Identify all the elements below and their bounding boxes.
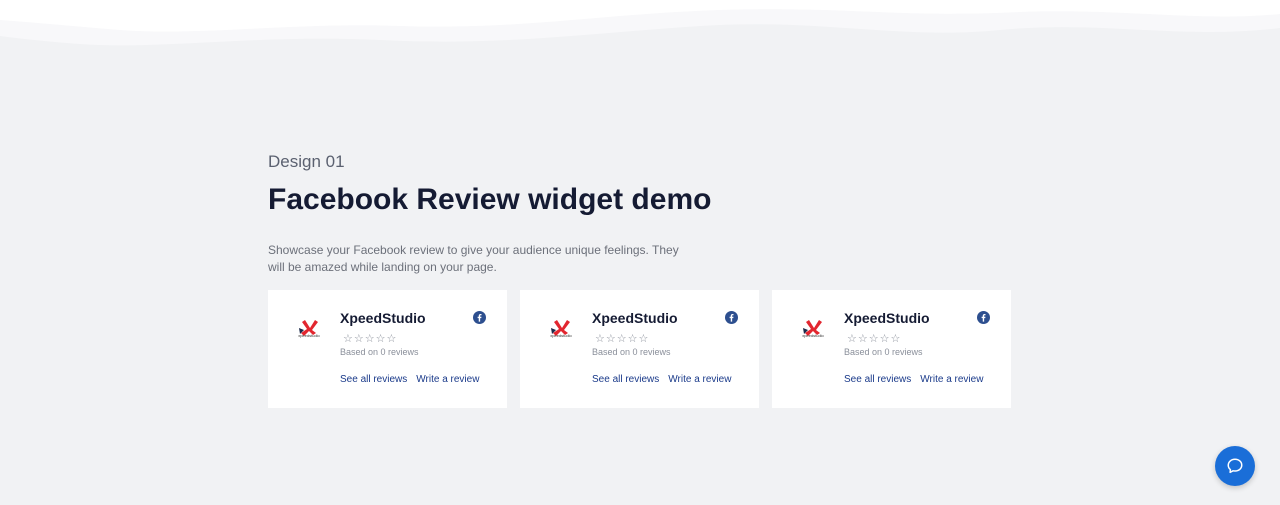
review-card: xpeedstudio XpeedStudio ☆ ☆ ☆ ☆ ☆ Based … (520, 290, 759, 408)
star-outline-icon: ☆ (605, 333, 616, 345)
star-outline-icon: ☆ (364, 333, 375, 345)
star-outline-icon: ☆ (595, 333, 605, 345)
star-outline-icon: ☆ (638, 333, 649, 345)
review-card: xpeedstudio XpeedStudio ☆ ☆ ☆ ☆ ☆ Based … (772, 290, 1011, 408)
star-outline-icon: ☆ (890, 333, 901, 345)
card-links: See all reviews Write a review (340, 374, 479, 385)
xpeedstudio-logo-icon (803, 320, 822, 336)
card-links: See all reviews Write a review (592, 374, 731, 385)
review-section-header: Design 01 Facebook Review widget demo Sh… (268, 150, 1028, 276)
card-links: See all reviews Write a review (844, 374, 983, 385)
star-outline-icon: ☆ (353, 333, 364, 345)
review-count: Based on 0 reviews (592, 347, 671, 357)
logo-wordmark: xpeedstudio (298, 333, 320, 338)
page-name: XpeedStudio (340, 310, 426, 326)
star-outline-icon: ☆ (375, 333, 386, 345)
facebook-icon[interactable] (725, 311, 738, 324)
chat-bubble-icon (1227, 458, 1243, 474)
star-outline-icon: ☆ (847, 333, 857, 345)
page-name: XpeedStudio (592, 310, 678, 326)
star-outline-icon: ☆ (386, 333, 397, 345)
see-all-reviews-link[interactable]: See all reviews (340, 374, 407, 385)
logo-wordmark: xpeedstudio (550, 333, 572, 338)
page-title: Facebook Review widget demo (268, 183, 712, 216)
design-label: Design 01 (268, 152, 345, 171)
star-outline-icon: ☆ (343, 333, 353, 345)
star-outline-icon: ☆ (879, 333, 890, 345)
review-count: Based on 0 reviews (844, 347, 923, 357)
review-count: Based on 0 reviews (340, 347, 419, 357)
review-card: xpeedstudio XpeedStudio ☆ ☆ ☆ ☆ ☆ Based … (268, 290, 507, 408)
facebook-icon[interactable] (473, 311, 486, 324)
star-outline-icon: ☆ (616, 333, 627, 345)
rating-stars: ☆ ☆ ☆ ☆ ☆ (343, 334, 396, 345)
rating-stars: ☆ ☆ ☆ ☆ ☆ (595, 334, 648, 345)
logo-wordmark: xpeedstudio (802, 333, 824, 338)
see-all-reviews-link[interactable]: See all reviews (844, 374, 911, 385)
rating-stars: ☆ ☆ ☆ ☆ ☆ (847, 334, 900, 345)
write-review-link[interactable]: Write a review (920, 374, 983, 385)
write-review-link[interactable]: Write a review (416, 374, 479, 385)
chat-launcher-button[interactable] (1215, 446, 1255, 486)
top-wave-decoration (0, 0, 1280, 46)
write-review-link[interactable]: Write a review (668, 374, 731, 385)
star-outline-icon: ☆ (868, 333, 879, 345)
see-all-reviews-link[interactable]: See all reviews (592, 374, 659, 385)
section-description: Showcase your Facebook review to give yo… (268, 243, 679, 274)
facebook-icon[interactable] (977, 311, 990, 324)
review-cards-row: xpeedstudio XpeedStudio ☆ ☆ ☆ ☆ ☆ Based … (268, 290, 1011, 408)
star-outline-icon: ☆ (857, 333, 868, 345)
star-outline-icon: ☆ (627, 333, 638, 345)
xpeedstudio-logo-icon (299, 320, 318, 336)
page-name: XpeedStudio (844, 310, 930, 326)
xpeedstudio-logo-icon (551, 320, 570, 336)
